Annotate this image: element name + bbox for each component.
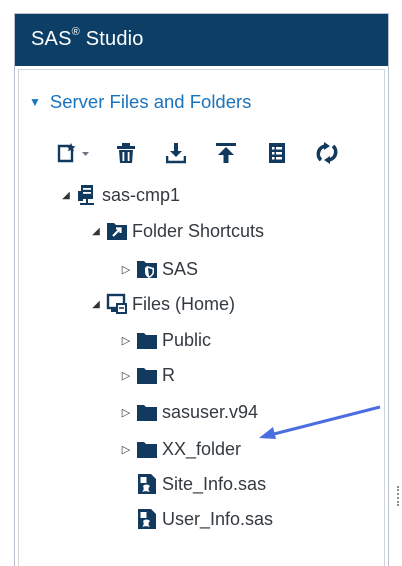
server-files-panel: ▼ Server Files and Folders ◢ sas-cmp1 ◢ … [18,69,385,566]
folder-icon [136,329,158,351]
folder-icon [136,364,158,386]
download-icon [166,143,186,164]
annotation-arrow-icon [259,405,381,439]
node-label: R [162,364,175,385]
new-item-icon [57,143,89,163]
tree-node-user-info[interactable]: User_Info.sas [136,506,273,532]
trash-icon [117,143,135,163]
collapsed-toggle-icon[interactable]: ▷ [119,263,133,276]
node-label: Folder Shortcuts [132,220,265,241]
properties-button[interactable] [268,138,286,168]
tree-node-shortcut-sas[interactable]: ▷ SAS [119,256,198,282]
title-bar: SAS® Studio [15,14,388,66]
expand-toggle-icon[interactable]: ◢ [59,190,73,201]
folder-icon [136,438,158,460]
node-label: sas-cmp1 [102,184,181,205]
collapsed-toggle-icon[interactable]: ▷ [119,334,133,347]
tree-node-server[interactable]: ◢ sas-cmp1 [59,182,180,208]
home-files-icon [106,293,128,315]
expand-toggle-icon[interactable]: ◢ [89,299,103,310]
sas-shortcut-folder-icon [136,258,158,280]
tree-node-public[interactable]: ▷ Public [119,327,211,353]
toolbar [39,138,379,168]
upload-icon [216,143,236,163]
tree-node-files-home[interactable]: ◢ Files (Home) [89,291,235,317]
expand-toggle-icon[interactable]: ◢ [89,226,103,237]
collapsed-toggle-icon[interactable]: ▷ [119,443,133,456]
server-icon [76,184,98,206]
panel-resize-handle[interactable] [397,486,400,506]
section-label: Server Files and Folders [49,91,252,112]
upload-button[interactable] [215,138,237,168]
node-label: SAS [162,258,199,279]
tree-node-r[interactable]: ▷ R [119,362,175,388]
tree-node-site-info[interactable]: Site_Info.sas [136,471,266,497]
new-item-button[interactable] [57,138,91,168]
shortcut-folder-icon [106,220,128,242]
sas-program-file-icon [136,473,158,495]
collapsed-toggle-icon[interactable]: ▷ [119,369,133,382]
collapsed-toggle-icon[interactable]: ▷ [119,406,133,419]
refresh-button[interactable] [315,138,339,168]
refresh-icon [316,142,338,164]
collapse-triangle-icon[interactable]: ▼ [29,95,41,109]
node-label: User_Info.sas [162,508,274,529]
node-label: Site_Info.sas [162,473,267,494]
sas-studio-window: SAS® Studio ▼ Server Files and Folders ◢… [14,13,389,566]
download-button[interactable] [166,138,186,168]
node-label: Public [162,329,212,350]
node-label: Files (Home) [132,293,236,314]
delete-button[interactable] [116,138,136,168]
tree-node-folder-shortcuts[interactable]: ◢ Folder Shortcuts [89,218,264,244]
properties-icon [269,143,285,163]
sas-program-file-icon [136,508,158,530]
node-label: sasuser.v94 [162,401,259,422]
tree-node-sasuser[interactable]: ▷ sasuser.v94 [119,399,258,425]
section-header-server-files[interactable]: ▼ Server Files and Folders [29,91,251,113]
node-label: XX_folder [162,438,242,459]
folder-icon [136,401,158,423]
tree-node-xx-folder[interactable]: ▷ XX_folder [119,436,241,462]
app-title: SAS® Studio [31,26,144,50]
